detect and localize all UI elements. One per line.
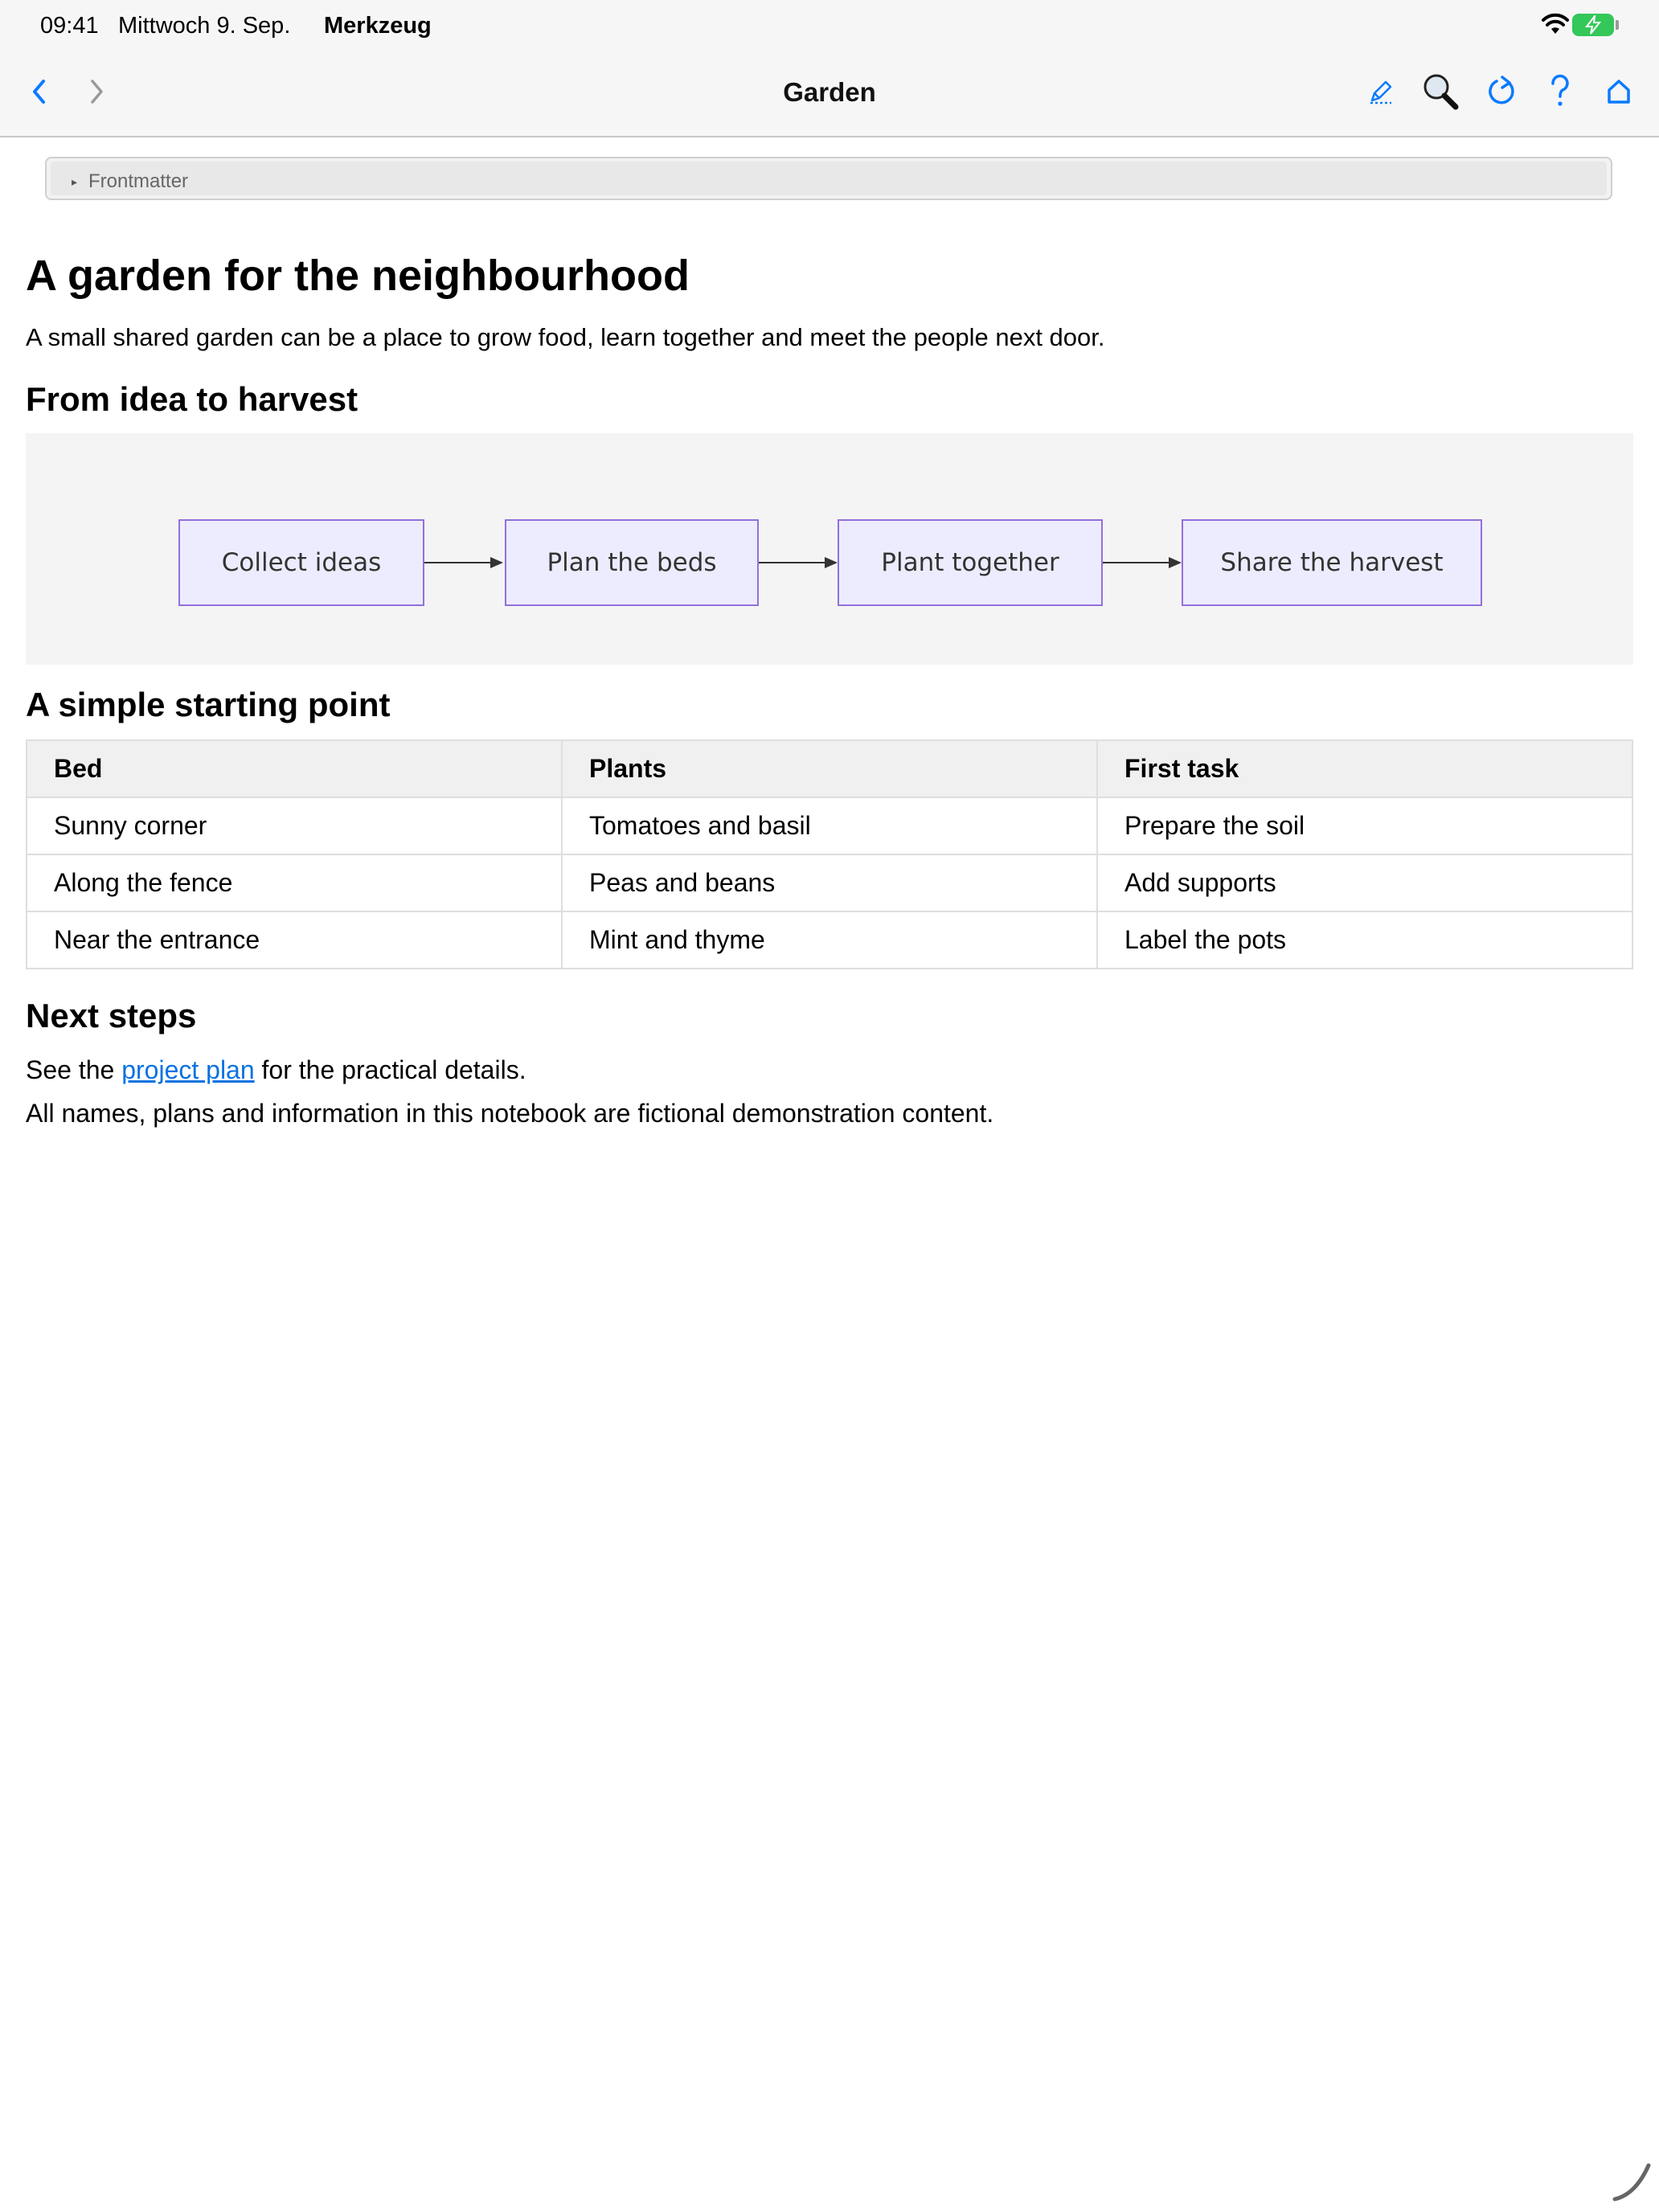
flowchart: Collect ideas Plan the beds Plant togeth… <box>26 433 1633 665</box>
table-row: Sunny corner Tomatoes and basil Prepare … <box>26 797 1633 855</box>
frontmatter-summary[interactable]: ▸ Frontmatter <box>51 162 1607 195</box>
status-time: 09:41 <box>40 13 99 39</box>
flow-node-2: Plan the beds <box>505 519 759 606</box>
help-icon <box>1551 74 1569 106</box>
table-row: Along the fence Peas and beans Add suppo… <box>26 854 1633 912</box>
column-header: First task <box>1096 739 1633 798</box>
next-steps-prefix: See the <box>26 1055 122 1084</box>
pencil-icon <box>1370 80 1392 104</box>
intro-paragraph: A small shared garden can be a place to … <box>26 323 1105 351</box>
home-icon <box>1608 80 1630 104</box>
table-cell: Peas and beans <box>561 854 1098 912</box>
status-bar: 09:41 Mittwoch 9. Sep. Merkzeug <box>0 0 1659 51</box>
page-title: Garden <box>783 77 876 107</box>
column-header: Plants <box>561 739 1098 798</box>
column-header: Bed <box>26 739 563 798</box>
section-heading-next-steps: Next steps <box>26 997 197 1034</box>
search-button[interactable] <box>1419 71 1461 113</box>
table-cell: Sunny corner <box>26 797 563 855</box>
battery-cap <box>1616 20 1619 30</box>
reload-button[interactable] <box>1481 71 1523 113</box>
next-steps-paragraph: See the project plan for the practical d… <box>26 1055 526 1085</box>
disclosure-triangle-icon: ▸ <box>72 175 78 188</box>
battery-icon <box>1572 14 1614 36</box>
table-cell: Label the pots <box>1096 911 1633 969</box>
section-heading-starting-point: A simple starting point <box>26 686 391 723</box>
charging-bolt-icon <box>1584 15 1602 35</box>
wifi-icon <box>1542 13 1569 34</box>
document-title: A garden for the neighbourhood <box>26 252 690 300</box>
reload-icon <box>1489 76 1514 104</box>
frontmatter-disclosure[interactable]: ▸ Frontmatter <box>45 157 1612 200</box>
project-plan-link[interactable]: project plan <box>121 1055 254 1084</box>
flow-arrow-3 <box>1103 557 1182 568</box>
status-date: Mittwoch 9. Sep. <box>118 13 291 39</box>
flow-arrow-1 <box>424 557 503 568</box>
table-header-row: Bed Plants First task <box>26 739 1633 798</box>
table-cell: Prepare the soil <box>1096 797 1633 855</box>
section-heading-idea: From idea to harvest <box>26 380 358 418</box>
flow-arrow-2 <box>759 557 838 568</box>
table-cell: Tomatoes and basil <box>561 797 1098 855</box>
frontmatter-label: Frontmatter <box>88 170 189 192</box>
disclaimer-text: All names, plans and information in this… <box>26 1099 994 1128</box>
pencil-scribble-icon <box>1612 2163 1651 2202</box>
garden-table: Bed Plants First task Sunny corner Tomat… <box>26 739 1633 969</box>
status-app-name: Merkzeug <box>324 13 432 39</box>
table-cell: Mint and thyme <box>561 911 1098 969</box>
next-steps-suffix: for the practical details. <box>254 1055 526 1084</box>
flow-node-1: Collect ideas <box>178 519 424 606</box>
flow-node-3: Plant together <box>838 519 1103 606</box>
table-cell: Near the entrance <box>26 911 563 969</box>
table-cell: Along the fence <box>26 854 563 912</box>
flow-node-4: Share the harvest <box>1182 519 1482 606</box>
help-button[interactable] <box>1539 71 1581 113</box>
nav-bar: Garden <box>0 51 1659 137</box>
edit-button[interactable] <box>1360 71 1402 113</box>
magnifier-icon <box>1423 74 1459 110</box>
home-button[interactable] <box>1598 71 1640 113</box>
table-cell: Add supports <box>1096 854 1633 912</box>
table-row: Near the entrance Mint and thyme Label t… <box>26 911 1633 969</box>
